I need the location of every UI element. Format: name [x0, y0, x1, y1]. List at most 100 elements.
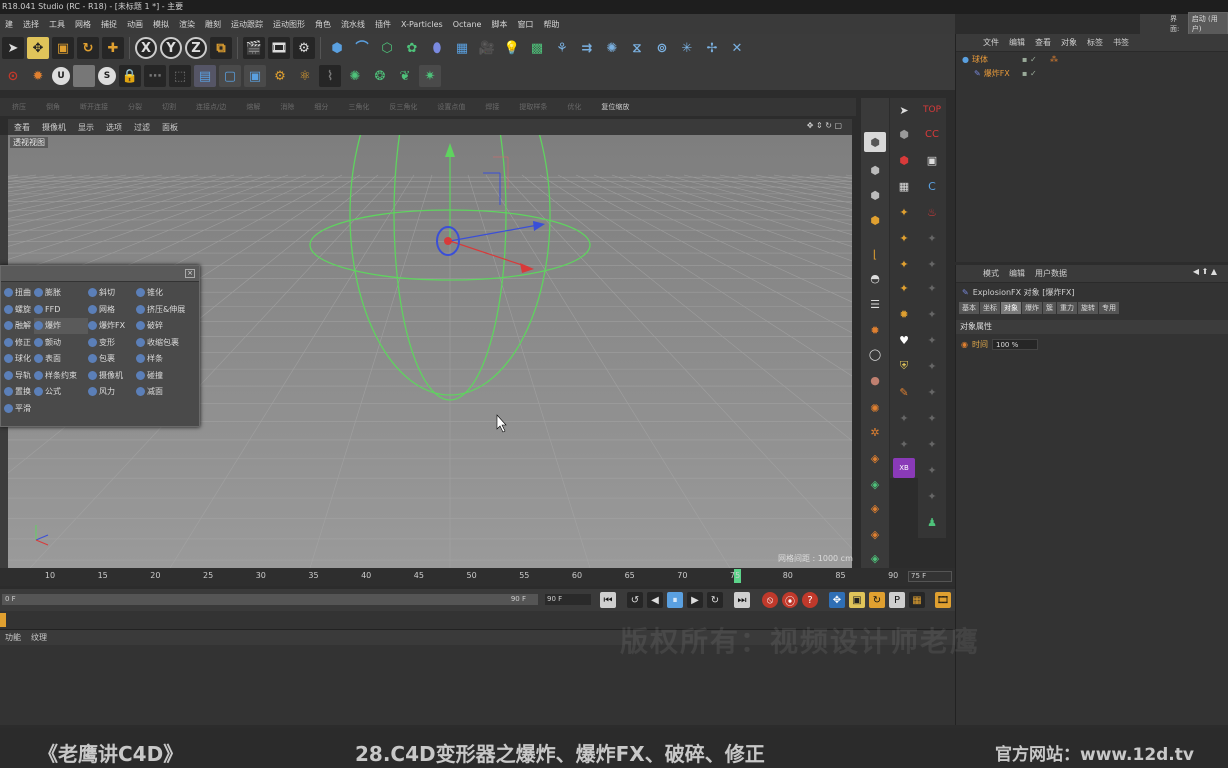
next-frame-icon[interactable]: ▶ [687, 592, 703, 608]
coordinate-system-icon[interactable]: ⧉ [210, 37, 232, 59]
stripes-icon[interactable]: ☰ [864, 294, 886, 314]
object-manager-menu-item[interactable]: 编辑 [1004, 37, 1030, 48]
menu-item[interactable]: 脚本 [486, 19, 512, 30]
object-manager-menu-item[interactable]: 文件 [978, 37, 1004, 48]
mesh-command-button[interactable]: 挤压 [4, 102, 34, 112]
floor-icon[interactable]: ▦ [451, 37, 473, 59]
visibility-icons[interactable]: ▪ ✓ [1022, 55, 1037, 64]
mograph-random-icon[interactable]: ❂ [369, 65, 391, 87]
deformer-item[interactable]: 样条 [136, 351, 196, 367]
deformer-item[interactable]: 修正 [4, 335, 34, 351]
menu-item[interactable]: 捕捉 [96, 19, 122, 30]
c-icon[interactable]: C [921, 176, 943, 196]
snap-icon[interactable]: ⌇ [319, 65, 341, 87]
keyframe-help-icon[interactable]: ? [802, 592, 818, 608]
pause-icon[interactable]: ⏸ [667, 592, 683, 608]
menu-item[interactable]: 选择 [18, 19, 44, 30]
deformer-item[interactable]: 置换 [4, 384, 34, 400]
point-mode-icon[interactable]: ⋯ [144, 65, 166, 87]
menu-item[interactable]: 运动跟踪 [226, 19, 268, 30]
render-picture-viewer-icon[interactable]: 🎞 [268, 37, 290, 59]
layer-icon[interactable]: ◈ [864, 448, 886, 468]
arrow-shelf-icon[interactable]: ➤ [893, 100, 915, 120]
image-icon[interactable]: ▣ [921, 150, 943, 170]
key-scale-icon[interactable]: ▣ [849, 592, 865, 608]
loop-icon[interactable]: ↺ [627, 592, 643, 608]
attribute-subtab[interactable]: 重力 [1057, 302, 1077, 314]
mesh-command-button[interactable]: 熔解 [238, 102, 268, 112]
key-rotation-icon[interactable]: ↻ [869, 592, 885, 608]
cc-icon[interactable]: CC [921, 124, 943, 144]
deformer-item[interactable]: 融解 [4, 318, 34, 334]
object-manager-menu-item[interactable]: 书签 [1108, 37, 1134, 48]
figures-3-icon[interactable]: ✦ [893, 254, 915, 274]
faded-c-icon[interactable]: ✦ [921, 278, 943, 298]
attribute-manager-menu-item[interactable]: 编辑 [1004, 268, 1030, 279]
viewport-menu-item[interactable]: 显示 [72, 122, 100, 133]
viewport-menu-item[interactable]: 选项 [100, 122, 128, 133]
layer-orange-icon[interactable]: ◈ [864, 498, 886, 518]
attribute-subtab[interactable]: 基本 [959, 302, 979, 314]
camera-icon[interactable]: 🎥 [476, 37, 498, 59]
menu-item[interactable]: 角色 [310, 19, 336, 30]
menu-item[interactable]: 工具 [44, 19, 70, 30]
axis-x-lock-button[interactable]: X [135, 37, 157, 59]
ring-gear-icon[interactable]: ✺ [864, 398, 886, 418]
move-tool-icon[interactable]: ✥ [27, 37, 49, 59]
deformer-item[interactable]: 风力 [88, 384, 136, 400]
cloner-icon[interactable]: ✿ [401, 37, 423, 59]
gear-ring-icon[interactable]: ✹ [864, 320, 886, 340]
model-mode-icon[interactable] [73, 65, 95, 87]
go-to-end-icon[interactable]: ⏭ [734, 592, 750, 608]
material-menu-item[interactable]: 功能 [0, 632, 26, 643]
mesh-command-button[interactable]: 优化 [559, 102, 589, 112]
deformer-item[interactable]: 减面 [136, 384, 196, 400]
mesh-command-button[interactable]: 断开连接 [72, 102, 116, 112]
fire-icon[interactable]: ♨ [921, 202, 943, 222]
loop-forward-icon[interactable]: ↻ [707, 592, 723, 608]
viewport-menu-item[interactable]: 摄像机 [36, 122, 72, 133]
cube-orange-icon[interactable]: ⬢ [864, 210, 886, 230]
menu-item[interactable]: 建 [0, 19, 18, 30]
cube-gray-icon[interactable]: ⬢ [893, 124, 915, 144]
cube-outline-icon[interactable]: ⬢ [864, 185, 886, 205]
light-icon[interactable]: 💡 [501, 37, 523, 59]
shield-icon[interactable]: ⛨ [893, 356, 915, 376]
menu-item[interactable]: 模拟 [148, 19, 174, 30]
viewport-menu-item[interactable]: 查看 [8, 122, 36, 133]
faded-d-icon[interactable]: ✦ [921, 304, 943, 324]
menu-item[interactable]: 流水线 [336, 19, 370, 30]
mesh-command-button[interactable]: 分裂 [120, 102, 150, 112]
faded-b-icon[interactable]: ✦ [921, 254, 943, 274]
attribute-subtab[interactable]: 爆炸 [1022, 302, 1042, 314]
param-time-input[interactable]: 100 % [991, 338, 1038, 350]
figures-4-icon[interactable]: ✦ [893, 278, 915, 298]
deformer-item[interactable]: 螺旋 [4, 302, 34, 318]
mesh-command-button[interactable]: 细分 [306, 102, 336, 112]
cube-dark-icon[interactable]: ⬢ [864, 160, 886, 180]
subdivision-surface-icon[interactable]: ⬡ [376, 37, 398, 59]
render-view-icon[interactable]: 🎬 [243, 37, 265, 59]
deformer-item[interactable]: 颤动 [34, 335, 88, 351]
viewport-menu-item[interactable]: 过滤 [128, 122, 156, 133]
mograph-effector-icon[interactable]: ✺ [344, 65, 366, 87]
deformer-item[interactable]: 表面 [34, 351, 88, 367]
deformer-item[interactable]: 碰撞 [136, 368, 196, 384]
attribute-subtab[interactable]: 簇 [1043, 302, 1056, 314]
faded-f-icon[interactable]: ✦ [921, 356, 943, 376]
xp-cross-icon[interactable]: ✕ [726, 37, 748, 59]
enable-axis-icon[interactable]: ▣ [244, 65, 266, 87]
attribute-manager-menu-item[interactable]: 用户数据 [1030, 268, 1072, 279]
corner-icon[interactable]: ⌊ [864, 244, 886, 264]
xp-icon[interactable]: ⇉ [576, 37, 598, 59]
layer-multi-icon[interactable]: ◈ [864, 524, 886, 544]
autokey-icon[interactable]: ✹ [27, 65, 49, 87]
timeline-window-icon[interactable]: 🎞 [935, 592, 951, 608]
deformer-item[interactable]: 扭曲 [4, 285, 34, 301]
faded-k-icon[interactable]: ✦ [921, 486, 943, 506]
mograph-step-icon[interactable]: ❦ [394, 65, 416, 87]
object-manager-menu-item[interactable]: 查看 [1030, 37, 1056, 48]
layout-dropdown[interactable]: 启动 (用户) [1187, 12, 1228, 36]
attribute-subtab[interactable]: 旋转 [1078, 302, 1098, 314]
deformer-item[interactable]: 挤压&伸展 [136, 302, 196, 318]
